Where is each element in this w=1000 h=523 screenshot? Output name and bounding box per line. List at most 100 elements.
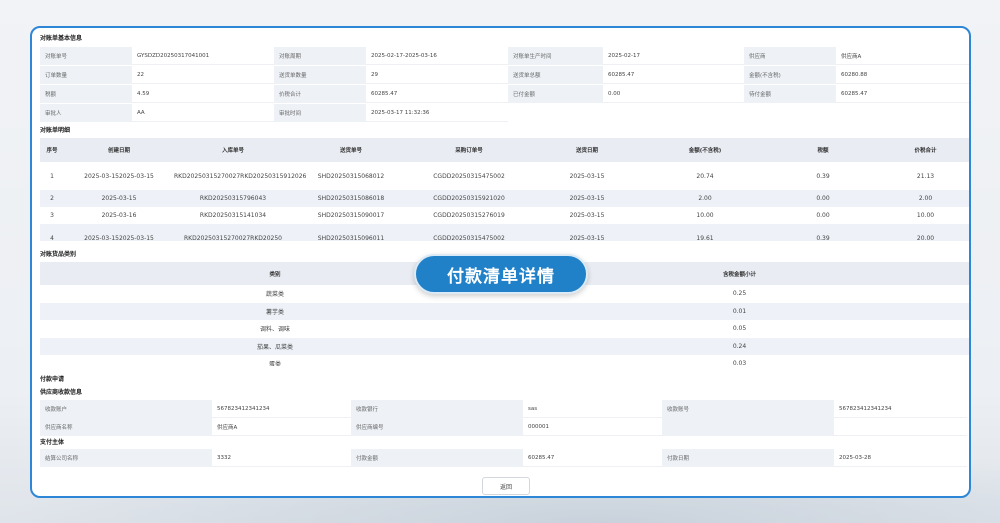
detail-column-header: 创建日期 xyxy=(64,138,174,162)
table-cell: RKD20250315796043 xyxy=(174,190,292,207)
back-button[interactable]: 返回 xyxy=(482,477,530,495)
table-cell: 20.00 xyxy=(882,224,969,241)
table-cell: SHD20250315068012 xyxy=(317,172,385,180)
info-label: 已付金额 xyxy=(508,85,603,103)
info-label: 送货单数量 xyxy=(274,66,366,84)
table-cell: 20.74 xyxy=(696,172,714,180)
table-row[interactable]: 4 2025-03-152025-03-15 RKD20250315270027RK… xyxy=(40,224,969,241)
table-cell: 2025-03-15 xyxy=(569,212,605,219)
table-cell: 0.03 xyxy=(732,360,747,366)
info-value: 60285.47 xyxy=(603,66,744,84)
basic-info-grid: 对账单号 GYSDZD20250317041001 对账周期 2025-02-17-2… xyxy=(40,47,969,123)
info-value: 0.00 xyxy=(603,85,744,103)
payment-title: 付款申请 xyxy=(40,376,65,383)
table-row[interactable]: 1 2025-03-152025-03-15 RKD20250315270027RK… xyxy=(40,162,969,190)
table-row[interactable]: 茄果、瓜菜类 0.24 xyxy=(40,337,969,355)
table-cell: 蛋类 xyxy=(268,361,281,366)
info-value: GYSDZD20250317041001 xyxy=(132,47,274,65)
table-cell: 2.00 xyxy=(646,190,764,207)
detail-column-header: 采购订单号 xyxy=(410,138,528,162)
table-cell: 21.13 xyxy=(916,172,935,180)
table-cell: 2025-03-152025-03-15 xyxy=(64,224,174,241)
info-label: 对账单号 xyxy=(40,47,132,65)
table-cell: 4 xyxy=(40,224,64,241)
detail-title: 对账单明细 xyxy=(40,127,71,134)
info-label xyxy=(744,104,836,122)
table-cell: 10.00 xyxy=(696,212,714,219)
info-label: 订单数量 xyxy=(40,66,132,84)
pay-value: sas xyxy=(523,400,662,418)
info-value: 29 xyxy=(366,66,508,84)
pay-label: 收款账户 xyxy=(40,400,212,418)
pay-label: 付款日期 xyxy=(662,449,834,467)
info-label: 待付金额 xyxy=(744,85,836,103)
info-value: 60285.47 xyxy=(366,85,508,103)
pay-value: 2025-03-28 xyxy=(834,449,967,467)
table-cell: CGDD20250315921020 xyxy=(410,190,528,207)
table-row[interactable]: 蛋类 0.03 xyxy=(40,355,969,366)
table-row[interactable]: 3 2025-03-16 RKD20250315141034 SHD202503150… xyxy=(40,207,969,224)
table-cell: 2025-03-15 xyxy=(528,190,646,207)
info-label: 审批人 xyxy=(40,104,132,122)
table-cell: 0.39 xyxy=(816,172,830,180)
pay-value: 3332 xyxy=(212,449,351,467)
pay-row: 收款账户 567823412341234 收款银行 sas 收款账号 5678234123… xyxy=(40,400,969,418)
pay-label: 收款银行 xyxy=(351,400,523,418)
detail-table-container[interactable]: 序号 创建日期 入库单号 送货单号 采购订单号 送货日期 金额(不含税) 税额 价税合计 1 20… xyxy=(40,138,969,241)
table-cell: 0.00 xyxy=(764,190,882,207)
info-label: 对账周期 xyxy=(274,47,366,65)
pay-value: 供应商A xyxy=(212,418,351,436)
info-value xyxy=(836,104,969,122)
table-cell: 3 xyxy=(50,212,54,219)
table-cell: CGDD20250315276019 xyxy=(433,212,505,219)
table-cell: 0.39 xyxy=(764,224,882,241)
table-cell: 0.24 xyxy=(510,337,969,355)
pay-label: 付款金额 xyxy=(351,449,523,467)
info-value: AA xyxy=(132,104,274,122)
info-label: 审批时间 xyxy=(274,104,366,122)
info-row: 税额 4.59 价税合计 60285.47 已付金额 0.00 待付金额 60285.47 xyxy=(40,85,969,104)
table-cell: CGDD20250315475002 xyxy=(410,224,528,241)
info-value: 2025-02-17 xyxy=(603,47,744,65)
info-value: 22 xyxy=(132,66,274,84)
info-value: 60280.88 xyxy=(836,66,969,84)
table-cell: 2025-03-16 xyxy=(101,212,137,219)
table-cell: 薯芋类 xyxy=(40,302,510,320)
pay-label: 收款账号 xyxy=(662,400,834,418)
detail-column-header: 价税合计 xyxy=(882,138,969,162)
table-cell: RKD20250315141034 xyxy=(199,212,267,219)
table-cell: SHD20250315096011 xyxy=(292,224,410,241)
info-label: 对账单生产时间 xyxy=(508,47,603,65)
info-label: 供应商 xyxy=(744,47,836,65)
info-label: 送货单总额 xyxy=(508,66,603,84)
detail-column-header: 序号 xyxy=(40,138,64,162)
detail-table: 序号 创建日期 入库单号 送货单号 采购订单号 送货日期 金额(不含税) 税额 价税合计 1 20… xyxy=(40,138,969,241)
detail-column-header: 金额(不含税) xyxy=(646,138,764,162)
table-cell: 2025-03-15 xyxy=(64,190,174,207)
table-cell: SHD20250315090017 xyxy=(317,212,385,219)
detail-column-header: 入库单号 xyxy=(174,138,292,162)
table-cell: 2025-03-15 xyxy=(569,172,605,180)
info-value: 60285.47 xyxy=(836,85,969,103)
category-title: 对账货品类别 xyxy=(40,251,77,258)
info-value: 2025-02-17-2025-03-16 xyxy=(366,47,508,65)
table-cell: 19.61 xyxy=(646,224,764,241)
table-row[interactable]: 2 2025-03-15 RKD20250315796043 SHD202503150… xyxy=(40,190,969,207)
pay-row: 结算公司名称 3332 付款金额 60285.47 付款日期 2025-03-28 xyxy=(40,449,969,467)
info-value xyxy=(603,104,744,122)
detail-column-header: 税额 xyxy=(764,138,882,162)
pay-label xyxy=(662,418,834,436)
table-row[interactable]: 调料、调味 0.05 xyxy=(40,320,969,338)
pay-label: 结算公司名称 xyxy=(40,449,212,467)
table-cell: RKD20250315270027RKD20250 xyxy=(174,224,292,241)
table-cell: 2025-03-152025-03-15 xyxy=(84,172,154,180)
table-cell: CGDD20250315475002 xyxy=(433,172,505,180)
table-cell: 1 xyxy=(50,172,54,180)
basic-info-title: 对账单基本信息 xyxy=(40,35,83,42)
table-cell: 0.00 xyxy=(816,212,830,219)
table-cell: 茄果、瓜菜类 xyxy=(40,337,510,355)
table-row[interactable]: 薯芋类 0.01 xyxy=(40,302,969,320)
table-cell: SHD20250315086018 xyxy=(292,190,410,207)
detail-column-header: 送货日期 xyxy=(528,138,646,162)
supplier-receipt-grid: 收款账户 567823412341234 收款银行 sas 收款账号 5678234123… xyxy=(40,400,969,436)
